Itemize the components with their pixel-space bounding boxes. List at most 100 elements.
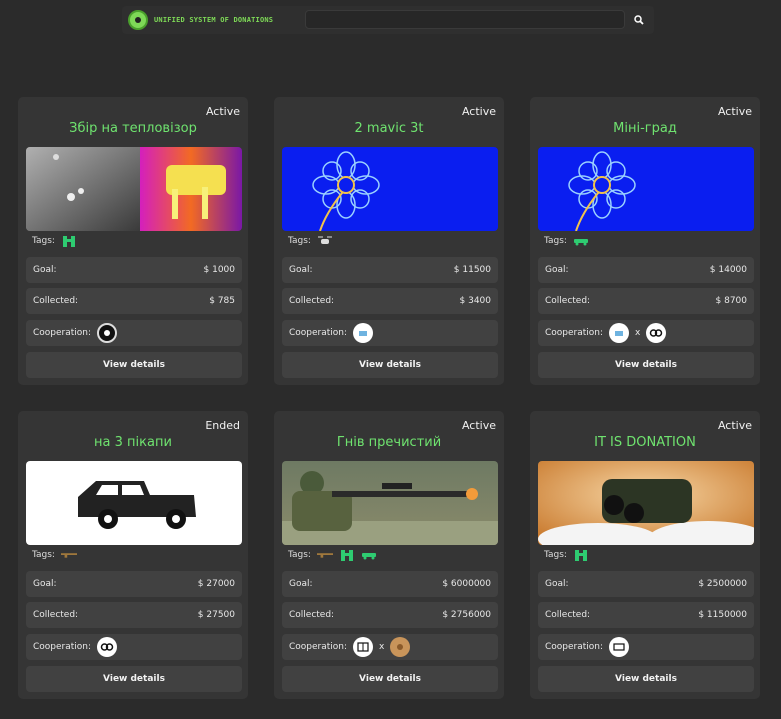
cooperation-row: Cooperation: <box>538 634 754 660</box>
partner-logo-rings[interactable] <box>97 637 118 657</box>
tags-row: Tags: <box>288 234 333 248</box>
status-badge: Active <box>461 105 496 118</box>
goal-label: Goal: <box>545 579 569 589</box>
view-details-button[interactable]: View details <box>282 666 498 692</box>
donation-card: Ended на 3 пікапи Tags: Goal: $ 27000 Co… <box>18 411 248 699</box>
app-logo-icon[interactable] <box>128 10 148 30</box>
cooperation-separator: x <box>379 642 385 652</box>
status-badge: Ended <box>205 419 240 432</box>
status-badge: Active <box>205 105 240 118</box>
tags-row: Tags: <box>32 234 77 248</box>
tags-row: Tags: <box>544 548 589 562</box>
cooperation-label: Cooperation: <box>33 642 92 652</box>
goal-value: $ 14000 <box>709 265 747 275</box>
status-badge: Active <box>717 105 752 118</box>
partner-logo-light[interactable] <box>609 323 630 343</box>
status-badge: Active <box>461 419 496 432</box>
card-title: IT IS DONATION <box>594 435 696 450</box>
donation-card: Active Міні-град Tags: Goal: $ 14000 Col… <box>530 97 760 385</box>
partner-logo-card[interactable] <box>609 637 630 657</box>
flower-placeholder-image <box>538 147 754 231</box>
top-bar: UNIFIED SYSTEM OF DONATIONS <box>122 6 654 34</box>
goal-label: Goal: <box>289 579 313 589</box>
donation-card: Active Гнів пречистий Tags: Goal: $ 6000… <box>274 411 504 699</box>
goal-row: Goal: $ 14000 <box>538 257 754 283</box>
vehicle-icon <box>573 235 589 247</box>
partner-logo-emblem[interactable] <box>390 637 411 657</box>
flower-placeholder-image <box>282 147 498 231</box>
tags-label: Tags: <box>288 550 311 560</box>
tags-row: Tags: <box>288 548 377 562</box>
collected-row: Collected: $ 2756000 <box>282 602 498 628</box>
collected-row: Collected: $ 8700 <box>538 288 754 314</box>
tags-label: Tags: <box>288 236 311 246</box>
tags-row: Tags: <box>32 548 77 562</box>
tags-label: Tags: <box>32 236 55 246</box>
goal-row: Goal: $ 27000 <box>26 571 242 597</box>
view-details-button[interactable]: View details <box>538 666 754 692</box>
cooperation-label: Cooperation: <box>545 642 604 652</box>
cooperation-row: Cooperation: <box>26 320 242 346</box>
collected-label: Collected: <box>33 610 79 620</box>
card-title: Збір на тепловізор <box>69 121 197 136</box>
cooperation-row: Cooperation: <box>26 634 242 660</box>
brand-name[interactable]: UNIFIED SYSTEM OF DONATIONS <box>154 16 273 24</box>
view-details-button[interactable]: View details <box>26 666 242 692</box>
sniper-photo <box>282 461 498 545</box>
goal-value: $ 6000000 <box>442 579 491 589</box>
partner-logo-rings[interactable] <box>646 323 667 343</box>
search-input[interactable] <box>305 10 625 29</box>
view-details-button[interactable]: View details <box>26 352 242 378</box>
cooperation-label: Cooperation: <box>289 642 348 652</box>
goal-value: $ 1000 <box>203 265 236 275</box>
binoculars-icon <box>573 549 589 561</box>
collected-value: $ 785 <box>209 296 235 306</box>
collected-value: $ 3400 <box>459 296 492 306</box>
vehicle-icon <box>361 549 377 561</box>
collected-value: $ 8700 <box>715 296 748 306</box>
tags-label: Tags: <box>544 236 567 246</box>
partner-logo-grid[interactable] <box>353 637 374 657</box>
tags-row: Tags: <box>544 234 589 248</box>
cooperation-label: Cooperation: <box>289 328 348 338</box>
thermal-photo <box>26 147 242 231</box>
card-title: Гнів пречистий <box>336 435 442 450</box>
drone-icon <box>317 235 333 247</box>
pickup-truck-image <box>26 461 242 545</box>
donation-card: Active Збір на тепловізор Tags: Goal: $ … <box>18 97 248 385</box>
donation-card: Active 2 mavic 3t Tags: Goal: $ 11500 Co… <box>274 97 504 385</box>
card-title: Міні-град <box>613 121 677 136</box>
collected-label: Collected: <box>545 296 591 306</box>
collected-label: Collected: <box>33 296 79 306</box>
donation-card: Active IT IS DONATION Tags: Goal: $ 2500… <box>530 411 760 699</box>
status-badge: Active <box>717 419 752 432</box>
binoculars-icon <box>339 549 355 561</box>
view-details-button[interactable]: View details <box>282 352 498 378</box>
collected-label: Collected: <box>545 610 591 620</box>
collected-value: $ 2756000 <box>442 610 491 620</box>
partner-logo-dark[interactable] <box>97 323 118 343</box>
tags-label: Tags: <box>544 550 567 560</box>
collected-row: Collected: $ 3400 <box>282 288 498 314</box>
view-details-button[interactable]: View details <box>538 352 754 378</box>
tags-label: Tags: <box>32 550 55 560</box>
cooperation-label: Cooperation: <box>545 328 604 338</box>
card-title: 2 mavic 3t <box>354 121 424 136</box>
search-button[interactable] <box>630 11 648 29</box>
rifle-icon <box>60 549 77 561</box>
goal-row: Goal: $ 11500 <box>282 257 498 283</box>
partner-logo-light[interactable] <box>353 323 374 343</box>
collected-value: $ 1150000 <box>698 610 747 620</box>
collected-row: Collected: $ 1150000 <box>538 602 754 628</box>
collected-row: Collected: $ 785 <box>26 288 242 314</box>
cooperation-row: Cooperation: x <box>282 634 498 660</box>
binoculars-icon <box>61 235 77 247</box>
goal-value: $ 11500 <box>453 265 491 275</box>
goal-label: Goal: <box>33 579 57 589</box>
goal-label: Goal: <box>545 265 569 275</box>
goal-row: Goal: $ 1000 <box>26 257 242 283</box>
goal-label: Goal: <box>33 265 57 275</box>
collected-label: Collected: <box>289 296 335 306</box>
rifle-icon <box>316 549 333 561</box>
cooperation-separator: x <box>635 328 641 338</box>
